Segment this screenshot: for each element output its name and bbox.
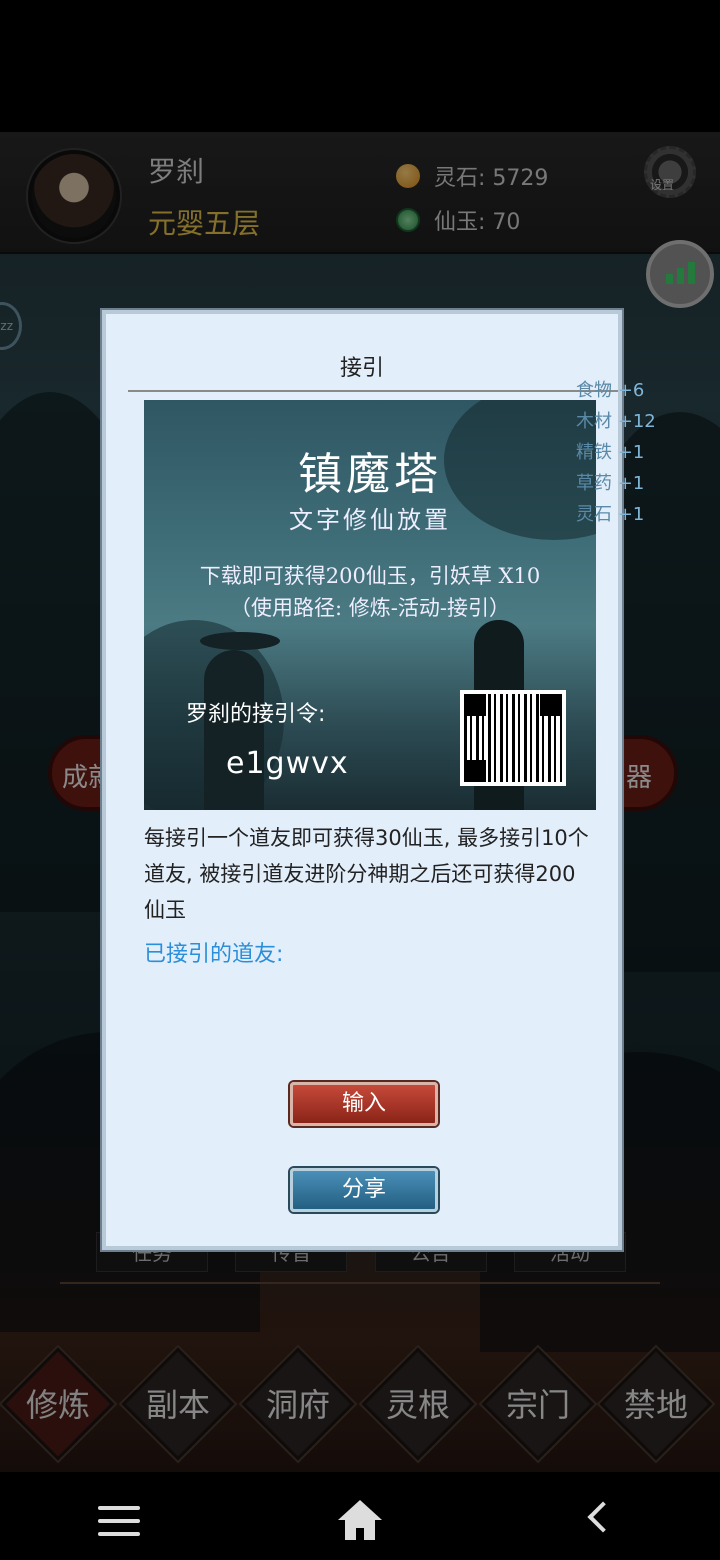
share-button[interactable]: 分享: [290, 1168, 438, 1212]
input-button[interactable]: 输入: [290, 1082, 438, 1126]
back-icon[interactable]: [587, 1501, 619, 1533]
promo-reward-text: 下载即可获得200仙玉，引妖草 X10: [199, 564, 541, 588]
gain-item-food: 食物 +6: [576, 380, 645, 401]
invited-friends-label: 已接引的道友:: [144, 942, 284, 967]
invite-description: 每接引一个道友即可获得30仙玉, 最多接引10个道友, 被接引道友进阶分神期之后…: [144, 826, 589, 922]
invite-dialog: 接引 镇魔塔 文字修仙放置 下载即可获得200仙玉，引妖草 X10 （使用路径:…: [102, 310, 622, 1250]
gain-item-stone: 灵石 +1: [576, 504, 645, 525]
menu-icon[interactable]: [98, 1506, 140, 1545]
resource-gain-log: 食物 +6 木材 +12 精铁 +1 草药 +1 灵石 +1: [576, 376, 686, 531]
promo-banner: 镇魔塔 文字修仙放置 下载即可获得200仙玉，引妖草 X10 （使用路径: 修炼…: [144, 400, 596, 810]
system-nav-bar: [0, 1472, 720, 1560]
status-bar: [0, 0, 720, 132]
dialog-title: 接引: [339, 356, 384, 381]
qr-code-icon: [460, 690, 566, 786]
promo-subtitle: 文字修仙放置: [289, 506, 451, 534]
gain-item-iron: 精铁 +1: [576, 442, 645, 463]
invite-code-value: e1gwvx: [226, 746, 349, 781]
invite-code-label: 罗刹的接引令:: [186, 702, 326, 727]
gain-item-herb: 草药 +1: [576, 473, 645, 494]
promo-game-title: 镇魔塔: [298, 449, 442, 500]
gain-item-wood: 木材 +12: [576, 411, 656, 432]
dialog-divider: [128, 390, 618, 392]
home-icon[interactable]: [338, 1500, 382, 1540]
promo-path-text: （使用路径: 修炼-活动-接引）: [230, 596, 510, 620]
